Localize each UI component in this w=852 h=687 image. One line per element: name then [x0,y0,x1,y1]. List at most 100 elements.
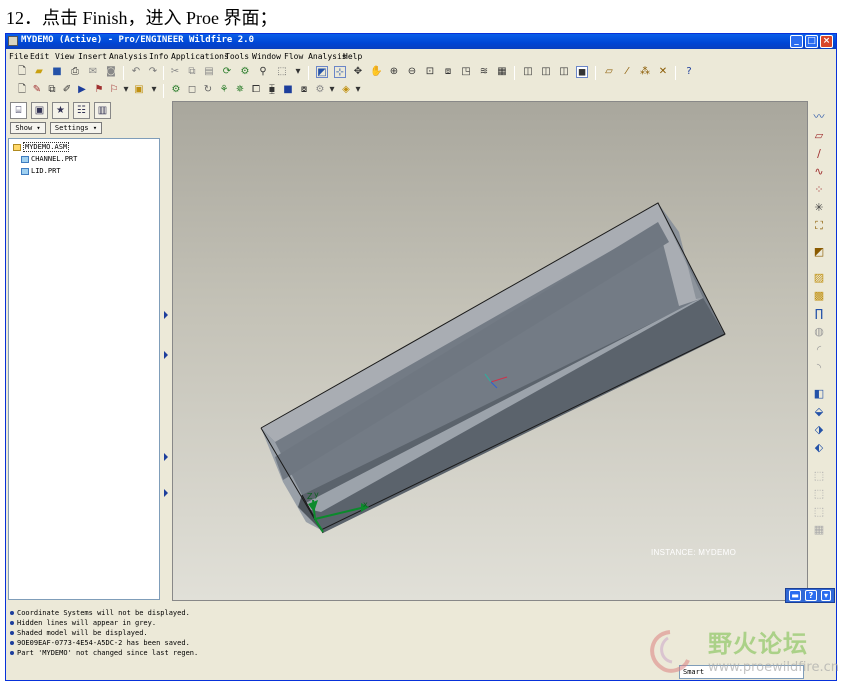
analysis-feature-icon[interactable]: ⛶ [812,219,826,233]
trim-icon[interactable]: ⬖ [812,441,826,455]
menu-analysis[interactable]: Analysis [109,52,148,61]
layer-tab-icon[interactable]: ▥ [94,102,111,119]
mechanism-icon[interactable]: ⚘ [218,84,230,96]
datum-axis-icon[interactable]: ∕ [812,147,826,161]
chevron-down-icon[interactable]: ▾ [292,66,304,78]
menu-file[interactable]: File [9,52,28,61]
create-component-icon[interactable]: ▩ [812,289,826,303]
connections-tab-icon[interactable]: ☷ [73,102,90,119]
hidden-line-icon[interactable]: ◫ [540,66,552,78]
menu-applications[interactable]: Applications [171,52,229,61]
datum-point-icon[interactable]: ⁂ [639,66,651,78]
merge-icon[interactable]: ⬗ [812,423,826,437]
saved-views-icon[interactable]: ◳ [460,66,472,78]
menu-flow-analysis[interactable]: Flow Analysis [284,52,347,61]
redefine-icon[interactable]: ↻ [202,84,214,96]
datum-plane-icon[interactable]: ▱ [812,129,826,143]
play-icon[interactable]: ▶ [76,84,88,96]
wireframe-icon[interactable]: ◫ [522,66,534,78]
filter-icon[interactable]: ▬ [789,590,801,601]
view-manager-icon[interactable]: ▦ [496,66,508,78]
add-component-icon[interactable]: ▨ [812,271,826,285]
clip-icon[interactable]: ⧠ [250,84,262,96]
regenerate-icon[interactable]: ⟳ [221,66,233,78]
maximize-button[interactable]: □ [805,35,818,48]
cut-icon[interactable]: ✂ [169,66,181,78]
model-tree-tab-icon[interactable]: ⌸ [10,102,27,119]
analysis-icon[interactable]: ▣ [133,84,145,96]
datum-curve-icon[interactable]: 〰 [812,110,826,124]
sketch-icon[interactable]: 🗋 [16,84,28,96]
close-button[interactable]: × [820,35,833,48]
tree-item-lid[interactable]: LID.PRT [21,167,61,177]
tree-item-channel[interactable]: CHANNEL.PRT [21,155,77,165]
zoom-in-icon[interactable]: ⊕ [388,66,400,78]
chevron-down-icon[interactable]: ▾ [821,590,831,601]
title-bar[interactable]: MYDEMO (Active) - Pro/ENGINEER Wildfire … [6,34,836,49]
favorites-tab-icon[interactable]: ★ [52,102,69,119]
round-icon[interactable]: ◜ [812,343,826,357]
edit-icon[interactable]: ✎ [31,84,43,96]
email-icon[interactable]: ✉ [87,66,99,78]
navigator-splitter[interactable] [162,101,170,601]
chevron-down-icon[interactable]: ▾ [326,84,338,96]
paste-icon[interactable]: ▤ [203,66,215,78]
annotate-icon[interactable]: ✐ [61,84,73,96]
disk-icon[interactable]: ■ [282,84,294,96]
appearance-icon[interactable]: ◈ [340,84,352,96]
menu-view[interactable]: View [55,52,74,61]
open-icon[interactable]: ▰ [33,66,45,78]
print-icon[interactable]: ⎙ [69,66,81,78]
assemble-icon[interactable]: ⚙ [170,84,182,96]
shading-icon[interactable]: ◼ [576,66,588,78]
menu-help[interactable]: Help [343,52,362,61]
chevron-down-icon[interactable]: ▾ [148,84,160,96]
package-icon[interactable]: ⧇ [298,84,310,96]
menu-tools[interactable]: Tools [225,52,249,61]
smart-filter-select[interactable]: Smart [679,665,804,679]
show-dropdown[interactable]: Show ▾ [10,122,46,134]
reorient-icon[interactable]: ⧈ [442,66,454,78]
menu-info[interactable]: Info [149,52,168,61]
datum-point-icon[interactable]: ⁘ [812,183,826,197]
component-icon[interactable]: ◻ [186,84,198,96]
undo-icon[interactable]: ↶ [130,66,142,78]
merge-icon[interactable]: ⧯ [266,84,278,96]
save-icon[interactable]: ■ [51,66,63,78]
chevron-down-icon[interactable]: ▾ [352,84,364,96]
no-hidden-icon[interactable]: ◫ [558,66,570,78]
help-icon[interactable]: ? [683,66,695,78]
redo-icon[interactable]: ↷ [147,66,159,78]
flag-icon[interactable]: ⚑ [93,84,105,96]
menu-insert[interactable]: Insert [78,52,107,61]
tree-item-root[interactable]: MYDEMO.ASM [13,142,70,153]
new-icon[interactable]: 🗋 [16,66,28,78]
pattern-icon[interactable]: ⬙ [812,405,826,419]
sketch-icon[interactable]: ◩ [812,245,826,259]
orient-icon[interactable]: ✥ [352,66,364,78]
thicken-icon[interactable]: ⬚ [812,505,826,519]
chevron-down-icon[interactable]: ▾ [120,84,132,96]
spin-center-icon[interactable]: ⊹ [334,66,346,78]
csys-icon[interactable]: ✳ [812,201,826,215]
menu-window[interactable]: Window [252,52,281,61]
marker-icon[interactable]: ⚐ [108,84,120,96]
mirror-icon[interactable]: ◧ [812,387,826,401]
find-icon[interactable]: ⚲ [257,66,269,78]
regen-manager-icon[interactable]: ⚙ [239,66,251,78]
csys-icon[interactable]: ✕ [657,66,669,78]
datum-axis-icon[interactable]: ⁄ [621,66,633,78]
layers-icon[interactable]: ≋ [478,66,490,78]
offset-icon[interactable]: ⬚ [812,487,826,501]
copy-icon[interactable]: ⧉ [186,66,198,78]
refit-icon[interactable]: ⊡ [424,66,436,78]
sketched-curve-icon[interactable]: ∿ [812,165,826,179]
settings-dropdown[interactable]: Settings ▾ [50,122,102,134]
help-icon[interactable]: ? [805,590,817,601]
minimize-button[interactable]: _ [790,35,803,48]
menu-edit[interactable]: Edit [30,52,49,61]
zoom-out-icon[interactable]: ⊖ [406,66,418,78]
preview-icon[interactable]: ◙ [105,66,117,78]
copy-feature-icon[interactable]: ⧉ [46,84,58,96]
hole-icon[interactable]: ∏ [812,307,826,321]
